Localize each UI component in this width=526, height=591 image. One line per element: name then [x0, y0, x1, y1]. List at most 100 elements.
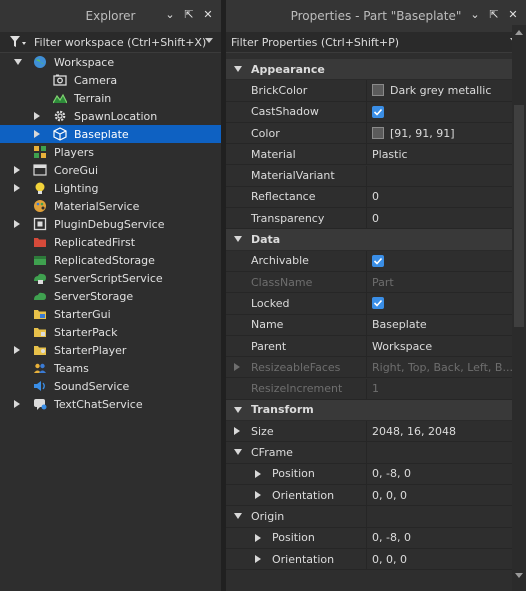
collapse-arrow-icon[interactable] — [234, 449, 242, 456]
column-divider[interactable] — [366, 208, 367, 229]
collapse-arrow-icon[interactable] — [234, 406, 242, 413]
property-value[interactable]: Baseplate — [372, 318, 427, 331]
undock-icon[interactable]: ⇱ — [183, 8, 195, 22]
expand-arrow-icon[interactable] — [255, 554, 261, 563]
expand-arrow-icon[interactable] — [34, 130, 40, 138]
chevron-down-icon[interactable] — [205, 38, 213, 43]
expand-arrow-icon[interactable] — [14, 220, 20, 228]
tree-item-players[interactable]: Players — [0, 143, 221, 161]
scroll-down-icon[interactable] — [515, 573, 523, 578]
checkbox-checked[interactable] — [372, 105, 384, 118]
tree-item-replicatedstorage[interactable]: ReplicatedStorage — [0, 251, 221, 269]
chevron-down-icon[interactable]: ⌄ — [469, 8, 481, 22]
property-value[interactable]: 0, -8, 0 — [372, 467, 411, 480]
column-divider[interactable] — [366, 378, 367, 399]
property-row-name[interactable]: Name Baseplate — [226, 314, 512, 336]
category-transform[interactable]: Transform — [226, 399, 512, 422]
tree-item-coregui[interactable]: CoreGui — [0, 161, 221, 179]
column-divider[interactable] — [366, 506, 367, 527]
column-divider[interactable] — [366, 80, 367, 101]
tree-item-soundservice[interactable]: SoundService — [0, 377, 221, 395]
tree-item-lighting[interactable]: Lighting — [0, 179, 221, 197]
category-appearance[interactable]: Appearance — [226, 59, 512, 81]
undock-icon[interactable]: ⇱ — [488, 8, 500, 22]
property-row-materialvariant[interactable]: MaterialVariant — [226, 165, 512, 187]
scroll-up-icon[interactable] — [515, 30, 523, 35]
column-divider[interactable] — [366, 144, 367, 165]
properties-filter[interactable]: Filter Properties (Ctrl+Shift+P) — [226, 32, 526, 53]
close-icon[interactable]: ✕ — [507, 8, 519, 22]
column-divider[interactable] — [366, 485, 367, 506]
column-divider[interactable] — [366, 463, 367, 484]
column-divider[interactable] — [366, 357, 367, 378]
column-divider[interactable] — [366, 272, 367, 293]
property-row-orientation[interactable]: Orientation 0, 0, 0 — [226, 485, 512, 507]
chevron-down-icon[interactable]: ⌄ — [164, 8, 176, 22]
property-row-archivable[interactable]: Archivable — [226, 250, 512, 272]
property-value[interactable]: Plastic — [372, 148, 408, 161]
property-row-material[interactable]: Material Plastic — [226, 144, 512, 166]
property-row-resizeincrement[interactable]: ResizeIncrement 1 — [226, 378, 512, 400]
property-value[interactable]: 0, -8, 0 — [372, 531, 411, 544]
column-divider[interactable] — [366, 250, 367, 271]
expand-arrow-icon[interactable] — [234, 427, 240, 436]
collapse-arrow-icon[interactable] — [234, 513, 242, 520]
property-row-cframe[interactable]: CFrame — [226, 442, 512, 464]
property-row-castshadow[interactable]: CastShadow — [226, 101, 512, 123]
tree-item-plugindebugservice[interactable]: PluginDebugService — [0, 215, 221, 233]
property-row-origin[interactable]: Origin — [226, 506, 512, 528]
property-row-brickcolor[interactable]: BrickColor Dark grey metallic — [226, 80, 512, 102]
column-divider[interactable] — [366, 527, 367, 548]
expand-arrow-icon[interactable] — [255, 491, 261, 499]
tree-item-spawnlocation[interactable]: SpawnLocation — [0, 107, 221, 125]
column-divider[interactable] — [366, 165, 367, 186]
column-divider[interactable] — [366, 122, 367, 144]
property-row-locked[interactable]: Locked — [226, 293, 512, 315]
column-divider[interactable] — [366, 548, 367, 570]
property-row-resizeablefaces[interactable]: ResizeableFaces Right, Top, Back, Left, B… — [226, 357, 513, 379]
property-row-color[interactable]: Color [91, 91, 91] — [226, 122, 512, 145]
column-divider[interactable] — [366, 314, 367, 335]
tree-item-serverscriptservice[interactable]: ServerScriptService — [0, 269, 221, 287]
property-row-reflectance[interactable]: Reflectance 0 — [226, 186, 512, 209]
close-icon[interactable]: ✕ — [202, 8, 214, 22]
tree-item-materialservice[interactable]: MaterialService — [0, 197, 221, 215]
tree-item-startergui[interactable]: StarterGui — [0, 305, 221, 323]
property-value[interactable]: Workspace — [372, 340, 432, 353]
expand-arrow-icon[interactable] — [34, 112, 40, 120]
color-swatch[interactable] — [372, 126, 384, 139]
collapse-arrow-icon[interactable] — [234, 236, 242, 243]
tree-item-teams[interactable]: Teams — [0, 359, 221, 377]
tree-item-serverstorage[interactable]: ServerStorage — [0, 287, 221, 305]
property-row-parent[interactable]: Parent Workspace — [226, 335, 512, 358]
category-data[interactable]: Data — [226, 229, 512, 251]
properties-filter-input[interactable]: Filter Properties (Ctrl+Shift+P) — [231, 36, 399, 49]
property-value[interactable]: 0, 0, 0 — [372, 489, 407, 502]
property-row-size[interactable]: Size 2048, 16, 2048 — [226, 421, 512, 443]
filter-icon[interactable] — [10, 36, 28, 48]
column-divider[interactable] — [366, 442, 367, 463]
tree-item-baseplate[interactable]: Baseplate — [0, 125, 221, 143]
property-value[interactable]: Dark grey metallic — [390, 84, 491, 97]
tree-item-starterpack[interactable]: StarterPack — [0, 323, 221, 341]
scroll-thumb[interactable] — [514, 105, 524, 327]
column-divider[interactable] — [366, 293, 367, 314]
property-row-classname[interactable]: ClassName Part — [226, 272, 512, 294]
expand-arrow-icon[interactable] — [234, 363, 240, 372]
tree-item-starterplayer[interactable]: StarterPlayer — [0, 341, 221, 359]
column-divider[interactable] — [366, 421, 367, 442]
tree-item-replicatedfirst[interactable]: ReplicatedFirst — [0, 233, 221, 251]
expand-arrow-icon[interactable] — [255, 469, 261, 478]
properties-scrollbar[interactable] — [512, 25, 526, 591]
tree-item-textchatservice[interactable]: TextChatService — [0, 395, 221, 413]
expand-arrow-icon[interactable] — [14, 184, 20, 192]
tree-item-terrain[interactable]: Terrain — [0, 89, 221, 107]
property-row-position[interactable]: Position 0, -8, 0 — [226, 527, 512, 549]
explorer-filter-input[interactable]: Filter workspace (Ctrl+Shift+X) — [34, 36, 206, 49]
property-value[interactable]: [91, 91, 91] — [390, 127, 455, 140]
property-row-position[interactable]: Position 0, -8, 0 — [226, 463, 512, 485]
expand-arrow-icon[interactable] — [14, 346, 20, 354]
checkbox-checked[interactable] — [372, 297, 384, 310]
collapse-arrow-icon[interactable] — [14, 59, 22, 65]
expand-arrow-icon[interactable] — [14, 400, 20, 408]
